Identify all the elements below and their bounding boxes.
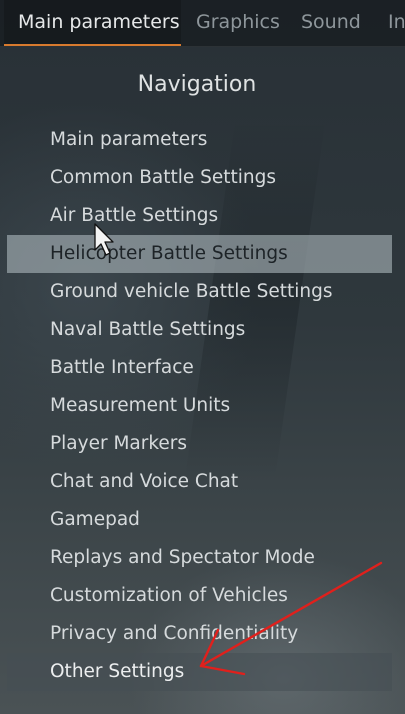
navigation-list: Main parameters Common Battle Settings A…	[7, 121, 392, 691]
tab-graphics[interactable]: Graphics	[196, 0, 280, 46]
nav-item-customization-of-vehicles[interactable]: Customization of Vehicles	[7, 577, 392, 615]
nav-item-chat-and-voice-chat[interactable]: Chat and Voice Chat	[7, 463, 392, 501]
tab-sound[interactable]: Sound	[301, 0, 361, 46]
nav-item-helicopter-battle-settings[interactable]: Helicopter Battle Settings	[7, 235, 392, 273]
nav-item-common-battle-settings[interactable]: Common Battle Settings	[7, 159, 392, 197]
tab-main-parameters[interactable]: Main parameters	[4, 0, 181, 46]
nav-item-replays-and-spectator-mode[interactable]: Replays and Spectator Mode	[7, 539, 392, 577]
nav-item-measurement-units[interactable]: Measurement Units	[7, 387, 392, 425]
nav-item-battle-interface[interactable]: Battle Interface	[7, 349, 392, 387]
nav-item-gamepad[interactable]: Gamepad	[7, 501, 392, 539]
nav-item-air-battle-settings[interactable]: Air Battle Settings	[7, 197, 392, 235]
settings-tab-bar: Main parameters Graphics Sound In	[0, 0, 405, 47]
nav-item-privacy-and-confidentiality[interactable]: Privacy and Confidentiality	[7, 615, 392, 653]
nav-item-other-settings[interactable]: Other Settings	[7, 653, 392, 691]
nav-item-main-parameters[interactable]: Main parameters	[7, 121, 392, 159]
tab-interface-truncated[interactable]: In	[388, 0, 405, 46]
nav-item-ground-vehicle-battle-settings[interactable]: Ground vehicle Battle Settings	[7, 273, 392, 311]
nav-item-player-markers[interactable]: Player Markers	[7, 425, 392, 463]
nav-item-naval-battle-settings[interactable]: Naval Battle Settings	[7, 311, 392, 349]
navigation-title: Navigation	[137, 72, 257, 97]
